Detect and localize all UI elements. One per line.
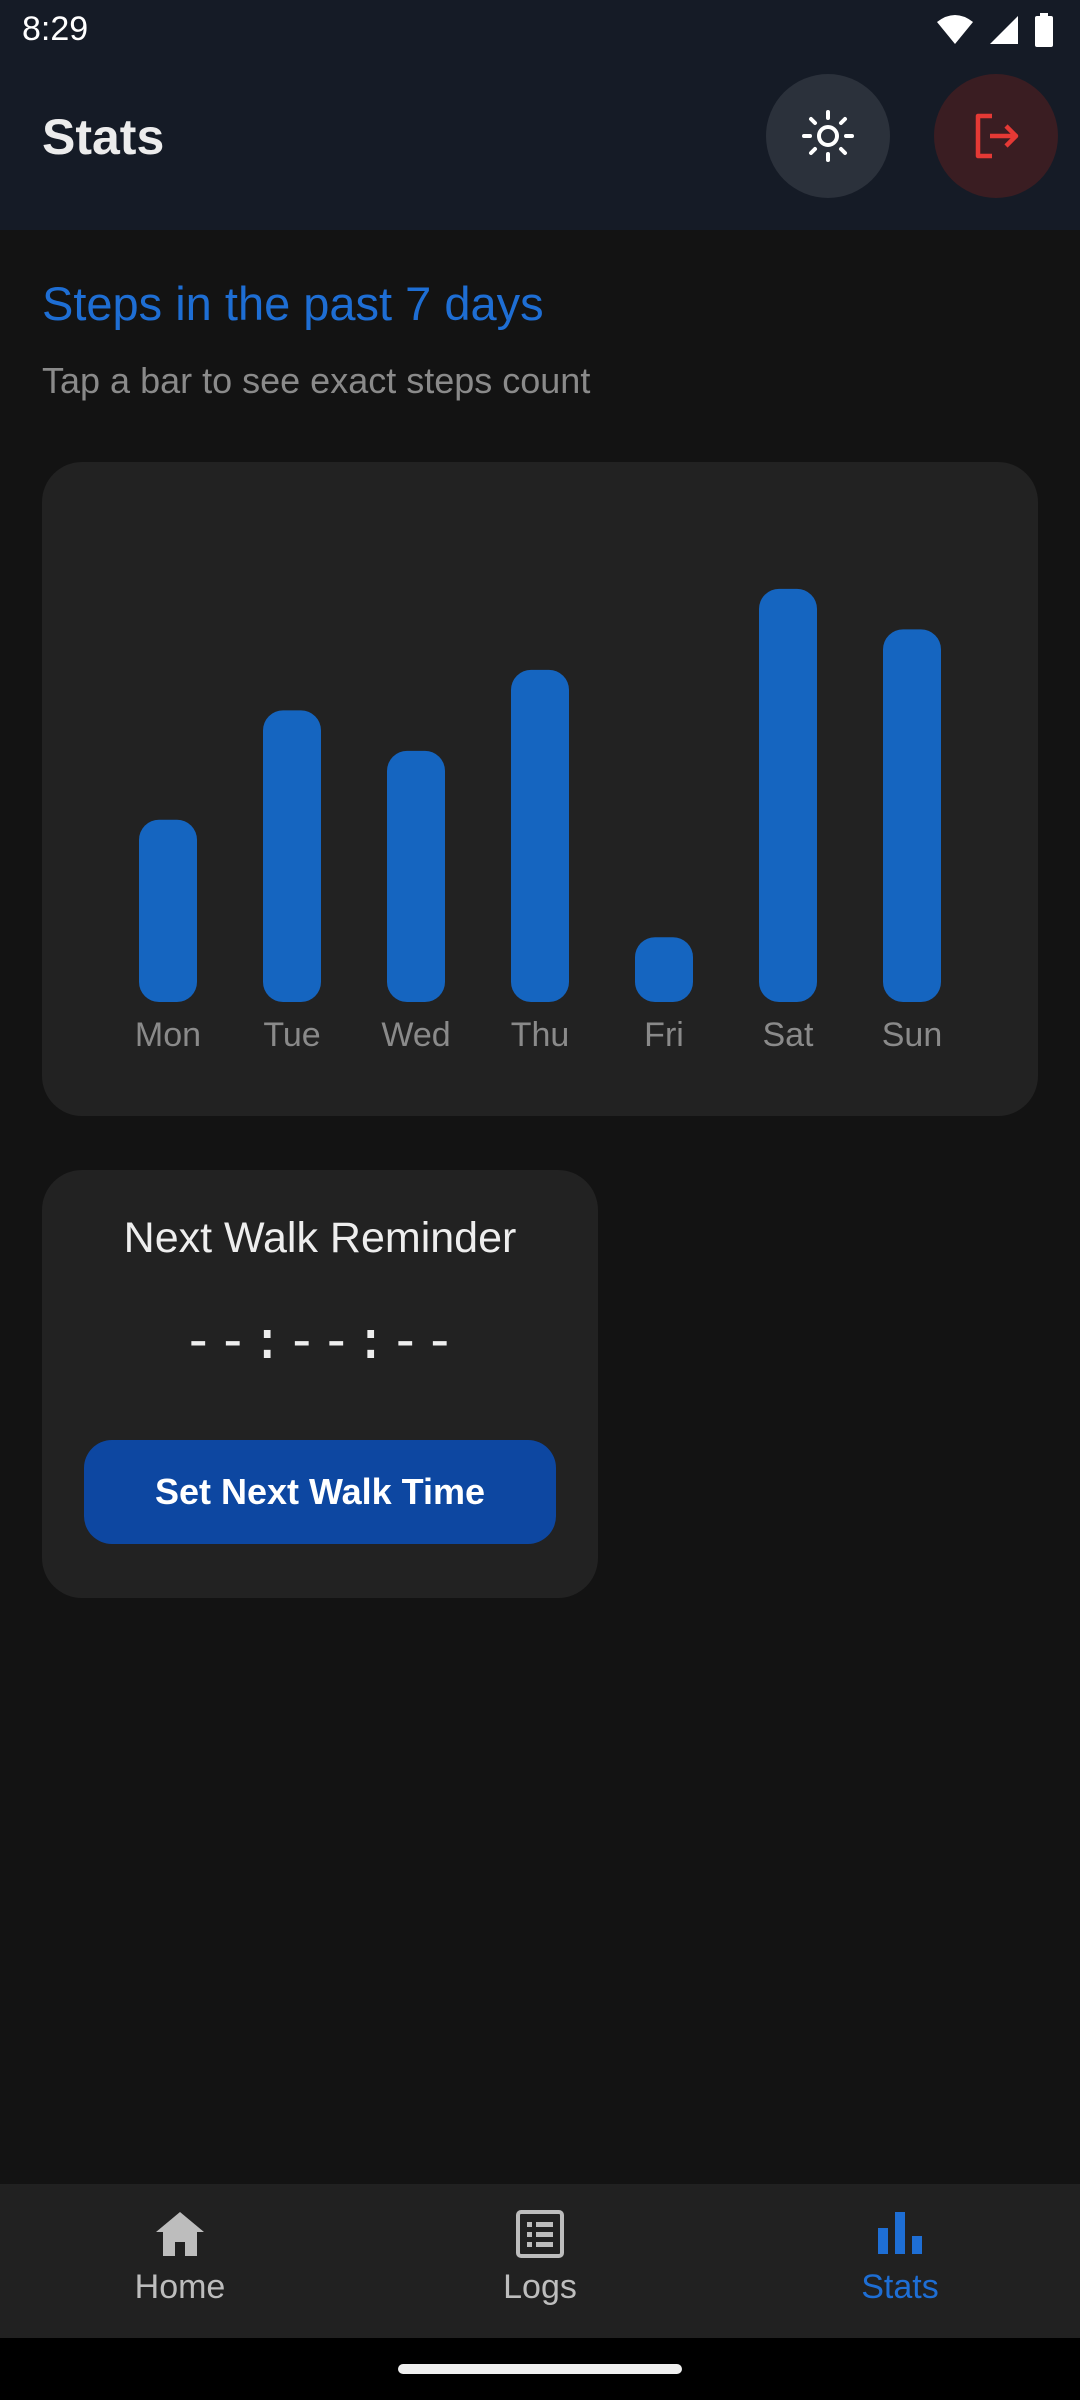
- nav-label-home: Home: [134, 2268, 226, 2306]
- status-bar: 8:29: [0, 0, 1080, 64]
- walk-reminder-card: Next Walk Reminder --:--:-- Set Next Wal…: [42, 1170, 598, 1598]
- steps-section-subtitle: Tap a bar to see exact steps count: [42, 360, 591, 401]
- reminder-time: --:--:--: [181, 1308, 459, 1371]
- bar-tue[interactable]: [263, 710, 321, 1002]
- gesture-handle[interactable]: [398, 2364, 682, 2374]
- bar-wed[interactable]: [387, 750, 445, 1002]
- bar-label-thu: Thu: [511, 1016, 570, 1054]
- status-icons: [936, 13, 1054, 47]
- sun-icon: [802, 110, 854, 162]
- steps-chart-card: Mon Tue Wed Thu Fri Sat Sun: [42, 462, 1038, 1116]
- bar-label-tue: Tue: [263, 1016, 320, 1054]
- reminder-title: Next Walk Reminder: [123, 1214, 517, 1262]
- nav-label-stats: Stats: [861, 2268, 939, 2306]
- nav-item-stats[interactable]: Stats: [720, 2184, 1080, 2338]
- steps-bar-chart: Mon Tue Wed Thu Fri Sat Sun: [135, 588, 943, 1054]
- signal-icon: [990, 16, 1018, 44]
- bar-fri[interactable]: [635, 937, 693, 1002]
- theme-toggle-button[interactable]: [766, 74, 890, 198]
- bar-label-wed: Wed: [381, 1016, 450, 1054]
- bar-label-mon: Mon: [135, 1016, 201, 1054]
- nav-item-home[interactable]: Home: [0, 2184, 360, 2338]
- bar-sun[interactable]: [883, 629, 941, 1002]
- logout-icon: [975, 113, 1019, 159]
- home-icon: [156, 2212, 204, 2256]
- top-app-area: 8:29 Stats: [0, 0, 1080, 230]
- bar-thu[interactable]: [511, 669, 569, 1002]
- nav-label-logs: Logs: [503, 2268, 577, 2306]
- bar-label-sat: Sat: [762, 1016, 814, 1054]
- nav-item-logs[interactable]: Logs: [360, 2184, 720, 2338]
- status-time: 8:29: [22, 10, 89, 48]
- list-icon: [516, 2210, 564, 2258]
- bar-chart-icon: [878, 2212, 922, 2254]
- bottom-navigation: Home Logs Stats: [0, 2184, 1080, 2338]
- bar-label-sun: Sun: [882, 1016, 943, 1054]
- bar-mon[interactable]: [139, 819, 197, 1002]
- bar-sat[interactable]: [759, 588, 817, 1002]
- wifi-icon: [937, 15, 973, 44]
- logout-button[interactable]: [934, 74, 1058, 198]
- set-walk-time-button[interactable]: Set Next Walk Time: [84, 1440, 556, 1544]
- page-title: Stats: [42, 109, 165, 165]
- battery-icon: [1035, 13, 1053, 47]
- steps-section-title: Steps in the past 7 days: [42, 277, 544, 330]
- bar-label-fri: Fri: [644, 1016, 684, 1054]
